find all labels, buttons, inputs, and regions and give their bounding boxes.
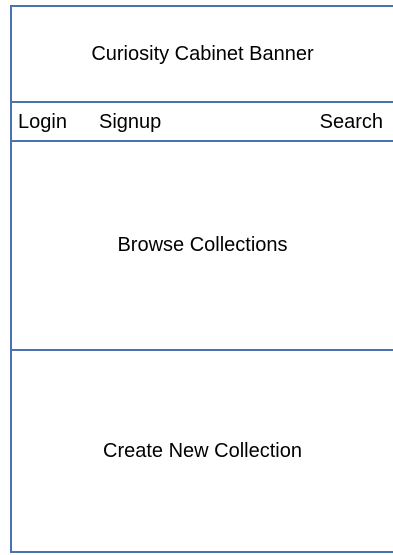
create-collection-section[interactable]: Create New Collection (12, 351, 393, 551)
banner: Curiosity Cabinet Banner (12, 7, 393, 103)
browse-collections-label: Browse Collections (117, 234, 288, 256)
banner-title: Curiosity Cabinet Banner (91, 42, 314, 65)
browse-collections-section[interactable]: Browse Collections (12, 142, 393, 351)
login-link[interactable]: Login (18, 111, 67, 134)
nav-bar: Login Signup Search (12, 103, 393, 142)
wireframe-container: Curiosity Cabinet Banner Login Signup Se… (10, 5, 393, 553)
signup-link[interactable]: Signup (99, 111, 161, 134)
create-collection-label: Create New Collection (103, 439, 302, 462)
search-link[interactable]: Search (320, 111, 383, 134)
